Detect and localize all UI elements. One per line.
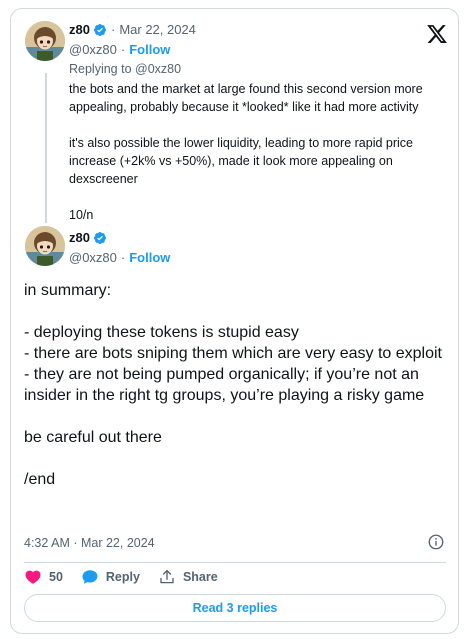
tweet-embed-card: z80 · Mar 22, 2024 @0xz80 · Follow Reply… (10, 8, 459, 634)
tweet-line: - deploying these tokens is stupid easy (24, 324, 299, 341)
quoted-name-row: z80 · Mar 22, 2024 (69, 22, 196, 37)
user-handle[interactable]: @0xz80 (69, 42, 117, 57)
tweet-paragraph: 10/n (69, 208, 94, 222)
tweet-line: /end (24, 471, 56, 488)
tweet-line (24, 406, 444, 427)
quoted-tweet-text: the bots and the market at large found t… (69, 80, 441, 224)
tweet-paragraph: the bots and the market at large found t… (69, 82, 423, 114)
action-bar: 50 Reply Share (24, 567, 236, 587)
display-name[interactable]: z80 (69, 230, 90, 245)
reply-button[interactable]: Reply (81, 568, 140, 586)
tweet-date[interactable]: Mar 22, 2024 (119, 22, 196, 37)
replying-to-label: Replying to @0xz80 (69, 62, 182, 76)
display-name[interactable]: z80 (69, 22, 90, 37)
main-handle-row: @0xz80 · Follow (69, 250, 171, 265)
tweet-paragraph: it's also possible the lower liquidity, … (69, 136, 413, 186)
tweet-timestamp[interactable]: 4:32 AM · Mar 22, 2024 (24, 536, 155, 550)
quoted-handle-row: @0xz80 · Follow (69, 42, 171, 57)
info-icon[interactable] (427, 533, 445, 551)
follow-button[interactable]: Follow (129, 42, 170, 57)
follow-button[interactable]: Follow (129, 250, 170, 265)
x-logo-icon[interactable] (426, 23, 448, 45)
read-replies-button[interactable]: Read 3 replies (24, 594, 446, 622)
user-handle[interactable]: @0xz80 (69, 250, 117, 265)
tweet-line: be careful out there (24, 429, 162, 446)
share-button[interactable]: Share (158, 568, 218, 586)
avatar[interactable] (25, 21, 65, 61)
thread-connector-line (45, 73, 47, 223)
main-tweet-text: in summary: - deploying these tokens is … (24, 280, 444, 490)
tweet-line (24, 448, 444, 469)
tweet-line: - they are not being pumped organically;… (24, 366, 425, 404)
heart-icon (24, 568, 42, 586)
like-count: 50 (49, 570, 63, 584)
divider (24, 562, 446, 563)
speech-bubble-icon (81, 568, 99, 586)
tweet-line (24, 301, 444, 322)
tweet-line: - there are bots sniping them which are … (24, 345, 442, 362)
avatar[interactable] (25, 226, 65, 266)
like-button[interactable]: 50 (24, 568, 63, 586)
share-label: Share (182, 570, 218, 584)
verified-badge-icon (93, 23, 107, 37)
share-upload-icon (158, 568, 176, 586)
reply-label: Reply (105, 570, 140, 584)
main-name-row: z80 (69, 230, 107, 245)
tweet-line: in summary: (24, 282, 112, 299)
verified-badge-icon (93, 231, 107, 245)
